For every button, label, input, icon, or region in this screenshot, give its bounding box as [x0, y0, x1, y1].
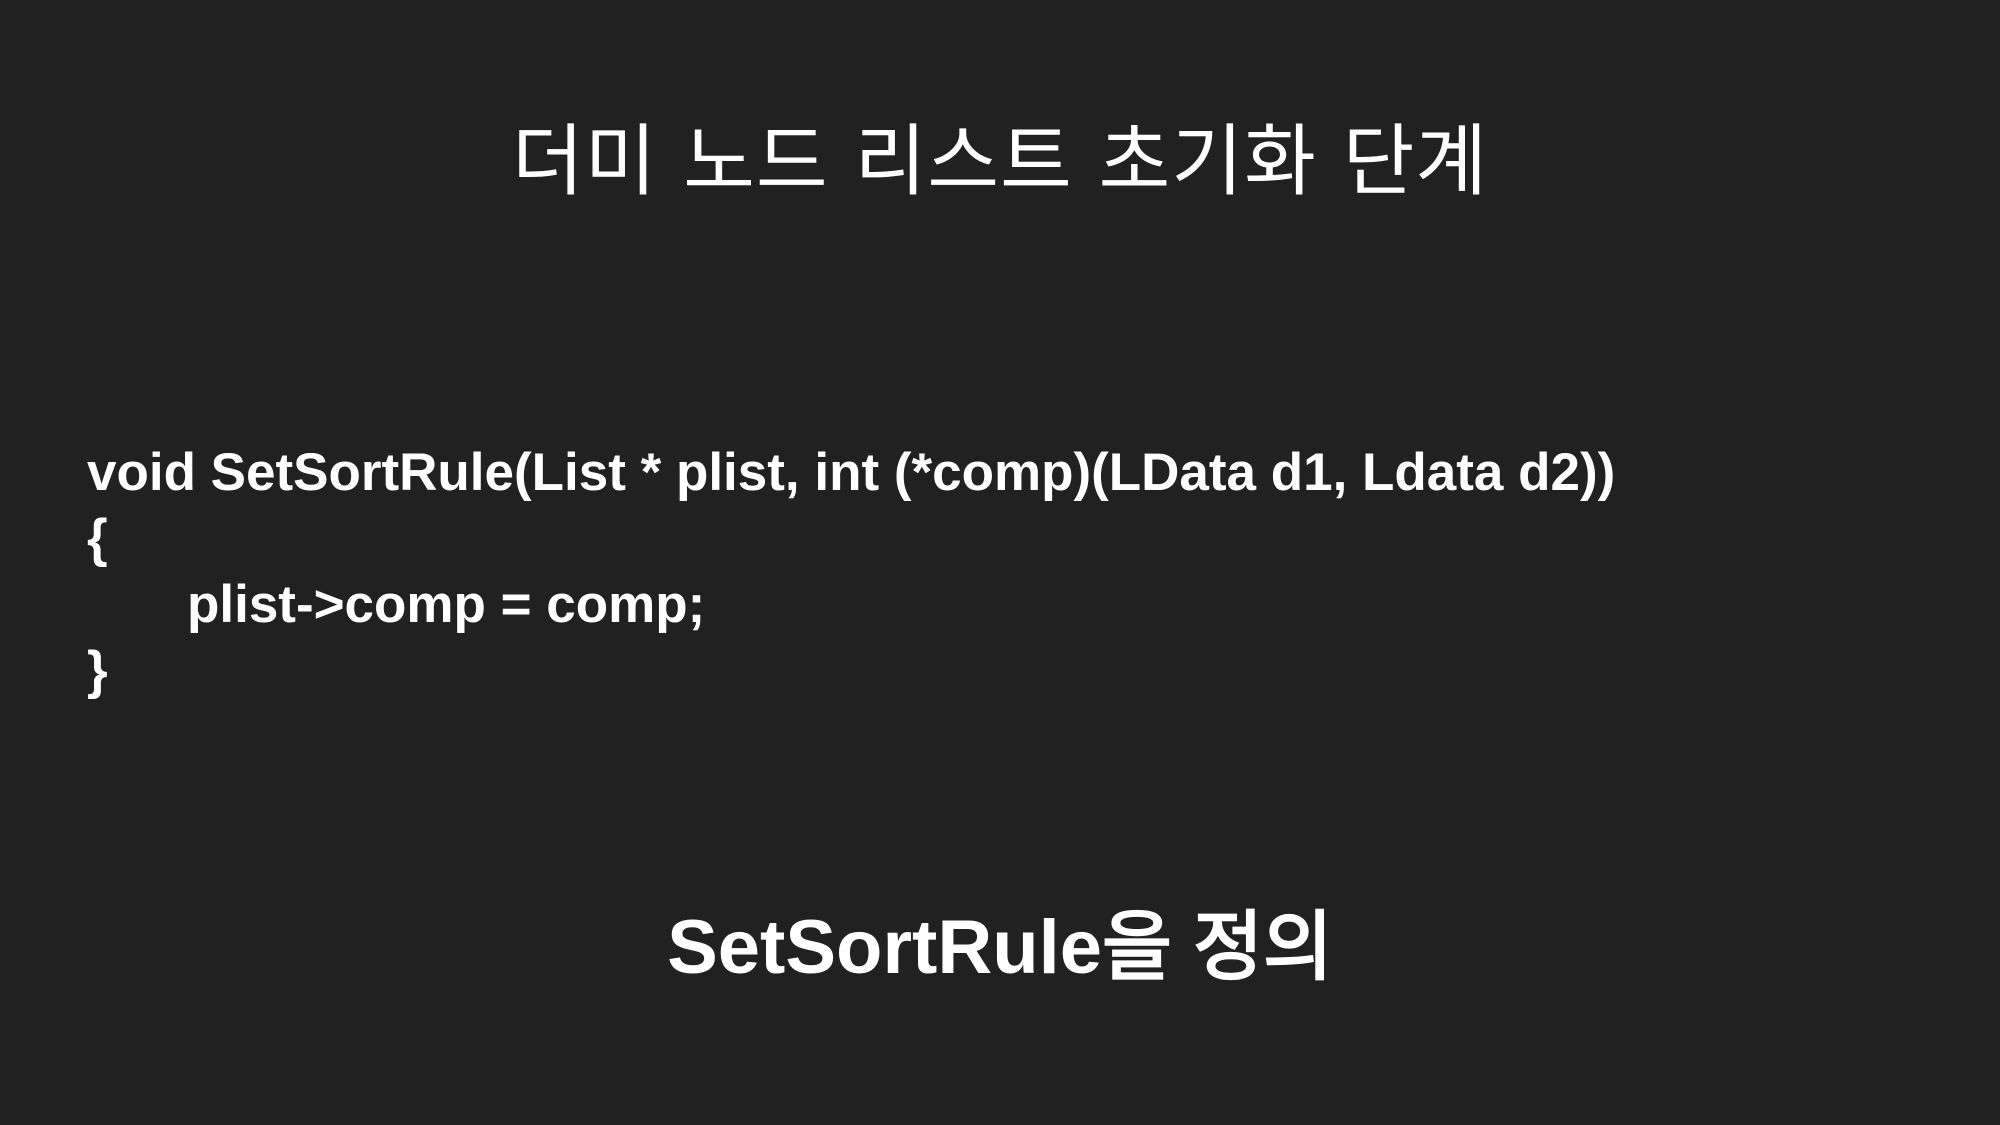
code-line-close-brace: }: [87, 641, 108, 700]
slide-caption: SetSortRule을 정의: [667, 905, 1333, 990]
code-line-signature: void SetSortRule(List * plist, int (*com…: [87, 443, 1616, 502]
slide-title: 더미 노드 리스트 초기화 단계: [511, 117, 1489, 207]
code-line-open-brace: {: [87, 509, 108, 568]
code-line-body: plist->comp = comp;: [187, 575, 706, 634]
slide: 더미 노드 리스트 초기화 단계 void SetSortRule(List *…: [0, 0, 2000, 1125]
code-block: void SetSortRule(List * plist, int (*com…: [87, 440, 1937, 704]
